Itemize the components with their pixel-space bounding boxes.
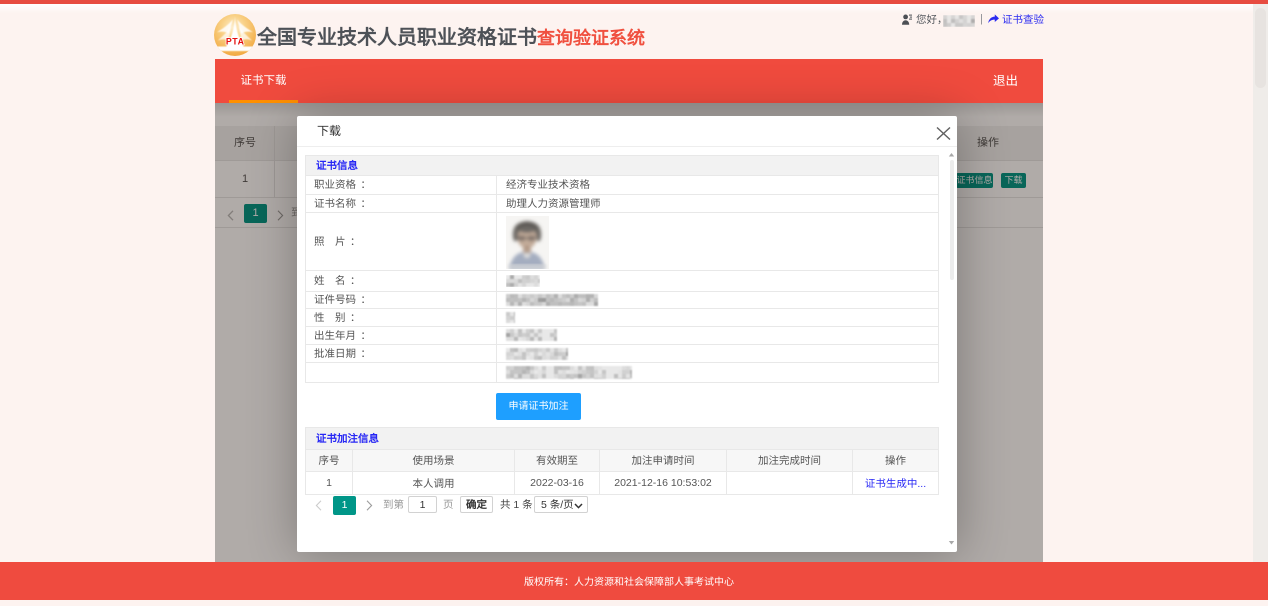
svg-text:PTA: PTA bbox=[226, 37, 245, 47]
